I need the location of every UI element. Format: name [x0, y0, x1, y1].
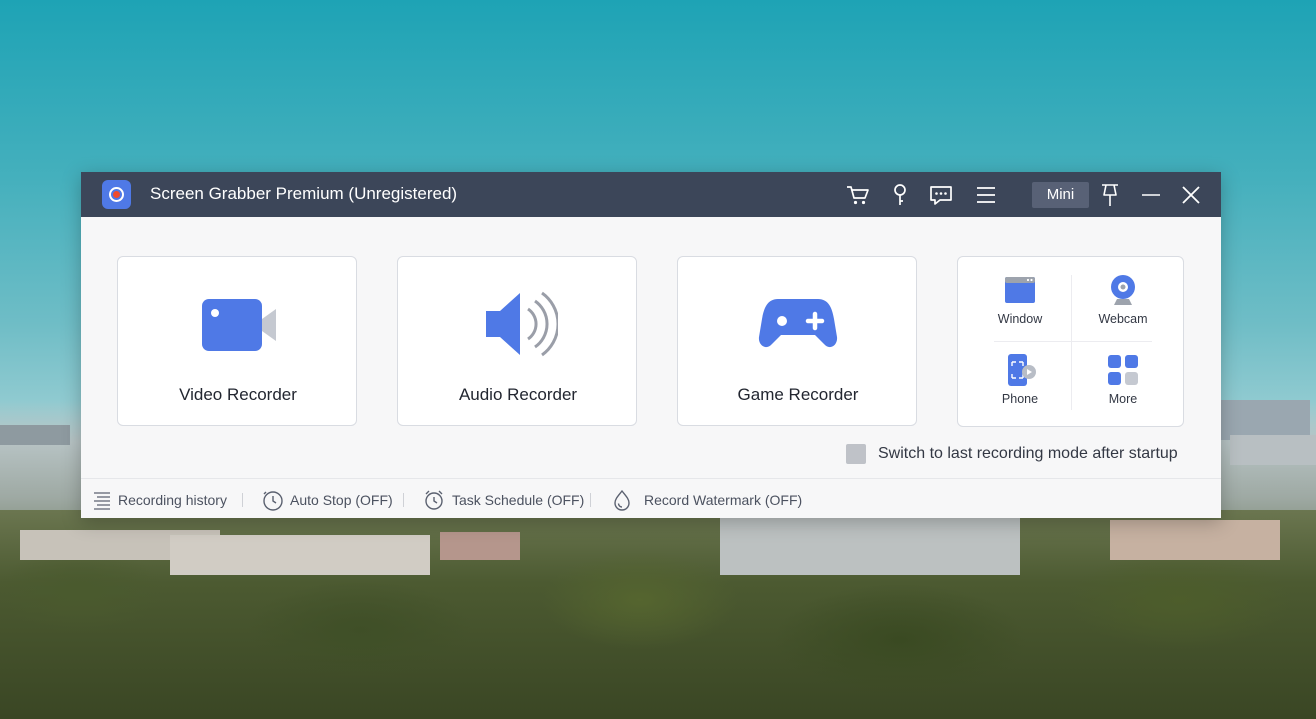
- app-logo-icon: [102, 180, 131, 209]
- grid-icon: [1108, 355, 1138, 385]
- tree-canopy: [0, 510, 1316, 719]
- recording-history-label: Recording history: [118, 492, 227, 508]
- phone-icon: [1008, 354, 1036, 386]
- speaker-icon: [398, 287, 638, 357]
- startup-checkbox[interactable]: [846, 444, 866, 464]
- game-recorder-label: Game Recorder: [737, 385, 859, 404]
- webcam-label: Webcam: [1098, 312, 1148, 326]
- mini-mode-button[interactable]: Mini: [1032, 182, 1089, 208]
- droplet-icon: [614, 489, 630, 511]
- close-icon[interactable]: [1178, 182, 1204, 208]
- menu-icon[interactable]: [973, 182, 999, 208]
- video-camera-icon: [118, 287, 358, 357]
- title-bar[interactable]: Screen Grabber Premium (Unregistered) Mi…: [81, 172, 1221, 217]
- more-tools-card: Window Webcam Phone More: [957, 256, 1184, 427]
- minimize-icon[interactable]: [1138, 182, 1164, 208]
- phone-mode-button[interactable]: Phone: [970, 353, 1070, 413]
- cart-icon[interactable]: [845, 182, 871, 208]
- phone-label: Phone: [1001, 392, 1039, 406]
- audio-recorder-card[interactable]: Audio Recorder: [397, 256, 637, 426]
- feedback-icon[interactable]: [928, 182, 954, 208]
- key-icon[interactable]: [887, 182, 913, 208]
- record-watermark-label: Record Watermark (OFF): [644, 492, 803, 508]
- window-mode-button[interactable]: Window: [970, 273, 1070, 333]
- app-title: Screen Grabber Premium (Unregistered): [150, 184, 458, 203]
- app-window: Screen Grabber Premium (Unregistered) Mi…: [81, 172, 1221, 518]
- webcam-icon: [1111, 275, 1135, 305]
- game-recorder-card[interactable]: Game Recorder: [677, 256, 917, 426]
- auto-stop-label: Auto Stop (OFF): [290, 492, 393, 508]
- clock-icon: [263, 491, 283, 511]
- main-content: Video Recorder Audio Recorder Game Recor…: [81, 217, 1221, 518]
- startup-option-label: Switch to last recording mode after star…: [878, 445, 1178, 462]
- pin-icon[interactable]: [1097, 182, 1123, 208]
- alarm-icon: [425, 490, 443, 510]
- more-tools-button[interactable]: More: [1073, 353, 1173, 413]
- gamepad-icon: [678, 287, 918, 357]
- list-icon: [94, 492, 110, 510]
- video-recorder-card[interactable]: Video Recorder: [117, 256, 357, 426]
- task-schedule-label: Task Schedule (OFF): [452, 492, 585, 508]
- audio-recorder-label: Audio Recorder: [458, 385, 578, 404]
- more-label: More: [1108, 392, 1138, 406]
- status-bar: Recording history Auto Stop (OFF) Task S…: [81, 478, 1221, 518]
- video-recorder-label: Video Recorder: [179, 385, 297, 404]
- webcam-mode-button[interactable]: Webcam: [1073, 273, 1173, 333]
- window-label: Window: [997, 312, 1043, 326]
- window-icon: [1005, 277, 1035, 303]
